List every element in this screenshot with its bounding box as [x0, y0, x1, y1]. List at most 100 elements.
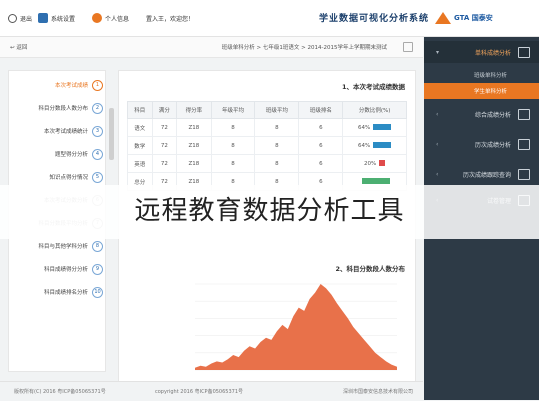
ratio-bar: [373, 142, 392, 149]
footer-copyright: 版权所有(C) 2016 粤ICP备05065371号: [14, 389, 106, 395]
step-number: 2: [92, 102, 103, 114]
step-item-4[interactable]: 题型得分分析 4: [13, 146, 103, 162]
step-label: 科目成绩排名分析: [43, 290, 88, 296]
breadcrumb: 班级单科分析 > 七年级1班语文 > 2014-2015学年上学期期末测试: [221, 45, 387, 51]
nav-item-label: 历次成绩分析: [474, 141, 511, 149]
step-label: 本次考试成绩统计: [43, 129, 88, 135]
step-number: 9: [92, 263, 103, 275]
table-row: 语文 72 Z18 8 8 6 64%: [127, 118, 407, 137]
step-label: 知识点得分情况: [49, 175, 88, 181]
step-number: 1: [92, 79, 103, 91]
step-number: 10: [92, 286, 103, 298]
table-cell-rate: Z18: [176, 136, 212, 155]
footer: 版权所有(C) 2016 粤ICP备05065371号 copyright 20…: [0, 381, 423, 401]
step-item-10[interactable]: 科目成绩排名分析 10: [13, 284, 103, 300]
logo-text: GTA 国泰安: [454, 14, 493, 22]
nav-item-icon: [518, 46, 530, 58]
step-item-9[interactable]: 科目成绩得分分析 9: [13, 261, 103, 277]
table-cell-class-avg: 8: [254, 136, 300, 155]
table-header-cell: 分数比例(%): [342, 101, 407, 119]
scrollbar[interactable]: [109, 108, 114, 160]
table-cell-rate: Z18: [176, 118, 212, 137]
table-cell-subject: 数学: [127, 136, 153, 155]
step-label: 本次考试成绩: [54, 83, 88, 89]
step-item-5[interactable]: 知识点得分情况 5: [13, 169, 103, 185]
table-cell-subject: 语文: [127, 118, 153, 137]
table-header-cell: 满分: [151, 101, 178, 119]
back-link[interactable]: ↩ 返回: [10, 43, 27, 51]
chevron-icon: ‹: [436, 110, 439, 118]
table-header-cell: 班级平均: [254, 101, 300, 119]
table-cell-grade-avg: 8: [210, 154, 256, 173]
step-label: 题型得分分析: [54, 152, 88, 158]
table-cell-rate: Z18: [176, 154, 212, 173]
table-cell-full: 72: [151, 136, 178, 155]
nav-item-label: 综合成绩分析: [474, 111, 511, 119]
table-header-cell: 年级平均: [210, 101, 256, 119]
settings-button[interactable]: 系统设置: [38, 10, 75, 26]
nav-item-1[interactable]: ▾ 单科成绩分析: [424, 41, 539, 63]
close-icon[interactable]: [403, 42, 413, 52]
table-cell-class-avg: 8: [254, 118, 300, 137]
table-cell-full: 72: [151, 118, 178, 137]
user-info-button[interactable]: 个人信息: [92, 10, 129, 26]
table-cell-rank: 6: [298, 136, 344, 155]
logo: GTA 国泰安: [435, 9, 527, 27]
chevron-icon: ▾: [436, 48, 440, 56]
nav-subitem-2[interactable]: 学生单科分析: [424, 83, 539, 99]
table-header-row: 科目 满分 得分率 年级平均 班级平均 班级排名 分数比例(%): [127, 101, 407, 119]
welcome-text: 置入王，欢迎您！: [146, 15, 195, 23]
step-number: 3: [92, 125, 103, 137]
table-cell-rank: 6: [298, 154, 344, 173]
settings-label: 系统设置: [51, 15, 76, 23]
power-icon: [8, 13, 17, 23]
nav-item-2[interactable]: ‹ 综合成绩分析: [424, 103, 539, 125]
step-label: 科目分数段人数分布: [38, 106, 88, 112]
ratio-bar: [379, 160, 386, 167]
top-bar: 退出 系统设置 个人信息 置入王，欢迎您！ 学业数据可视化分析系统 GTA 国泰…: [0, 0, 539, 37]
breadcrumb-bar: ↩ 返回 班级单科分析 > 七年级1班语文 > 2014-2015学年上学期期末…: [0, 37, 423, 58]
footer-mid: copyright 2016 粤ICP备05065371号: [155, 389, 244, 395]
nav-item-label: 历次成绩跟踪查询: [462, 171, 511, 179]
ratio-value: 64%: [358, 142, 371, 149]
table-header-cell: 班级排名: [298, 101, 344, 119]
section-title-2: 2、科目分数段人数分布: [335, 265, 405, 273]
step-number: 5: [92, 171, 103, 183]
footer-company: 深圳市国泰安信息技术有限公司: [342, 389, 413, 395]
table-row: 数学 72 Z18 8 8 6 64%: [127, 136, 407, 155]
table-cell-rank: 6: [298, 118, 344, 137]
ratio-bar: [362, 178, 391, 185]
step-item-8[interactable]: 科目与其他学科分析 8: [13, 238, 103, 254]
ratio-value: 20%: [364, 160, 377, 167]
exit-button[interactable]: 退出: [8, 10, 32, 26]
table-cell-full: 72: [151, 154, 178, 173]
step-item-3[interactable]: 本次考试成绩统计 3: [13, 123, 103, 139]
nav-item-3[interactable]: ‹ 历次成绩分析: [424, 133, 539, 155]
table-cell-ratio: 64%: [342, 136, 407, 155]
back-label: 返回: [16, 45, 28, 51]
table-cell-grade-avg: 8: [210, 136, 256, 155]
chart-area-series: [195, 284, 397, 370]
chevron-icon: ‹: [436, 140, 439, 148]
table-cell-ratio: 20%: [342, 154, 407, 173]
nav-item-icon: [518, 138, 530, 150]
logo-mark-icon: [435, 12, 451, 24]
step-label: 科目与其他学科分析: [38, 244, 88, 250]
table-header-cell: 科目: [127, 101, 153, 119]
table-cell-grade-avg: 8: [210, 118, 256, 137]
table-cell-subject: 英语: [127, 154, 153, 173]
nav-item-icon: [518, 108, 530, 120]
ratio-bar: [373, 124, 392, 131]
step-number: 8: [92, 240, 103, 252]
step-item-1[interactable]: 本次考试成绩 1: [13, 77, 103, 93]
nav-item-4[interactable]: ‹ 历次成绩跟踪查询: [424, 163, 539, 185]
gear-icon: [38, 13, 48, 23]
step-item-2[interactable]: 科目分数段人数分布 2: [13, 100, 103, 116]
ratio-value: 64%: [358, 124, 371, 131]
nav-item-icon: [518, 168, 530, 180]
step-label: 科目成绩得分分析: [43, 267, 88, 273]
table-cell-class-avg: 8: [254, 154, 300, 173]
chevron-icon: ‹: [436, 170, 439, 178]
table-row: 英语 72 Z18 8 8 6 20%: [127, 154, 407, 173]
nav-subitem-1[interactable]: 班级单科分析: [424, 67, 539, 83]
